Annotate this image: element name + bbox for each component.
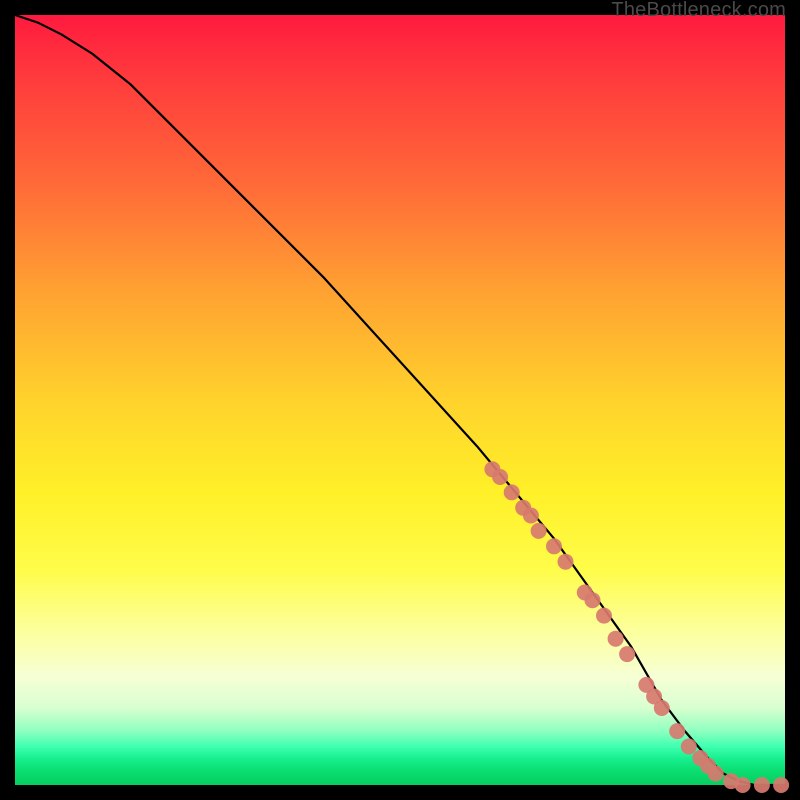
chart-overlay (0, 0, 800, 800)
highlighted-points (484, 461, 789, 793)
marker-point (504, 484, 520, 500)
marker-point (754, 777, 770, 793)
marker-point (773, 777, 789, 793)
marker-point (523, 508, 539, 524)
marker-point (558, 554, 574, 570)
marker-point (546, 538, 562, 554)
marker-point (608, 631, 624, 647)
marker-point (708, 766, 724, 782)
marker-point (596, 608, 612, 624)
marker-point (654, 700, 670, 716)
marker-point (735, 777, 751, 793)
marker-point (681, 739, 697, 755)
marker-point (492, 469, 508, 485)
marker-point (619, 646, 635, 662)
chart-frame: TheBottleneck.com (0, 0, 800, 800)
marker-point (669, 723, 685, 739)
marker-point (531, 523, 547, 539)
bottleneck-curve (15, 15, 785, 785)
marker-point (585, 592, 601, 608)
